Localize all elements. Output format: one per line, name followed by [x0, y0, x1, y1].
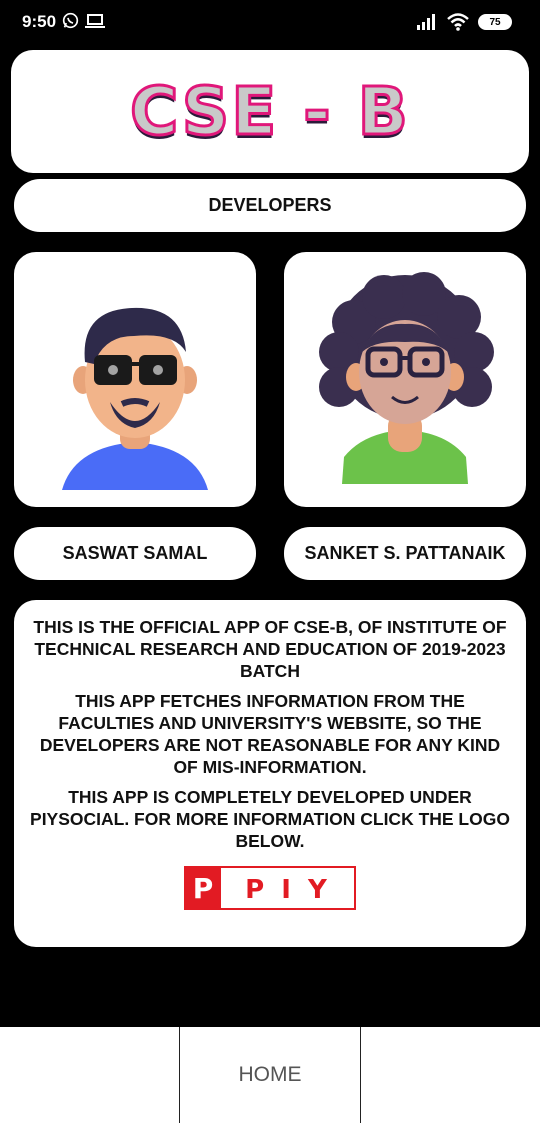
info-paragraph-2: THIS APP FETCHES INFORMATION FROM THE FA… — [39, 691, 501, 777]
developer-name-2: SANKET S. PATTANAIK — [284, 527, 526, 580]
status-icons-right: 75 — [416, 13, 512, 31]
developer-name-label-1: SASWAT SAMAL — [62, 543, 208, 563]
signal-icon — [417, 14, 435, 30]
status-icons-left — [62, 12, 105, 29]
developer-name-label-2: SANKET S. PATTANAIK — [304, 543, 506, 563]
nav-right-empty[interactable] — [361, 1027, 540, 1123]
male-avatar-sunglasses-icon — [62, 307, 208, 490]
battery-level: 75 — [489, 16, 501, 28]
info-paragraph-3: THIS APP IS COMPLETELY DEVELOPED UNDER P… — [30, 787, 510, 851]
svg-text:P: P — [193, 872, 214, 905]
laptop-icon — [85, 13, 105, 28]
nav-left-empty[interactable] — [0, 1027, 179, 1123]
developers-header: DEVELOPERS — [14, 179, 526, 232]
battery-icon: 75 — [478, 14, 512, 30]
whatsapp-icon — [62, 12, 79, 29]
curly-hair-avatar-glasses-icon — [319, 272, 494, 484]
bottom-nav: HOME — [0, 1027, 540, 1123]
developer-name-1: SASWAT SAMAL — [14, 527, 256, 580]
developers-label: DEVELOPERS — [208, 195, 332, 215]
status-time: 9:50 — [22, 12, 57, 31]
app-logo-text: CSE - B — [129, 72, 410, 152]
developer-avatar-card-2[interactable] — [284, 252, 526, 507]
info-paragraph-1: THIS IS THE OFFICIAL APP OF CSE-B, OF IN… — [33, 617, 507, 681]
status-bar: 9:50 75 — [0, 0, 540, 46]
app-logo-card: CSE - B — [11, 50, 529, 173]
piy-logo-text: P I Y — [245, 875, 331, 905]
wifi-icon — [447, 13, 469, 31]
home-label: HOME — [238, 1063, 302, 1086]
developer-avatar-card-1[interactable] — [14, 252, 256, 507]
piy-logo[interactable]: P P I Y — [184, 866, 356, 910]
info-card: THIS IS THE OFFICIAL APP OF CSE-B, OF IN… — [14, 600, 526, 947]
home-button[interactable]: HOME — [179, 1027, 361, 1123]
